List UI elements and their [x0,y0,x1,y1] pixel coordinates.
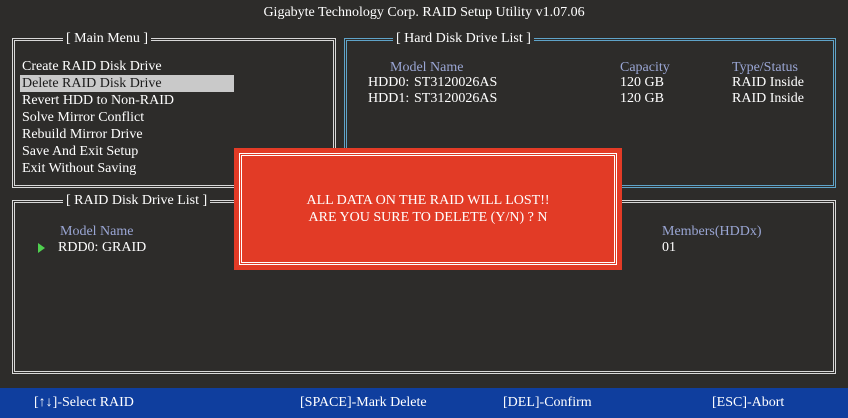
hdd-list-title: [ Hard Disk Drive List ] [393,30,534,48]
hdd-row-0-id: HDD0: [368,75,410,90]
dialog-frame: ALL DATA ON THE RAID WILL LOST!! ARE YOU… [239,153,617,265]
hdd-header-capacity: Capacity [620,60,670,75]
footer-mark-delete: [SPACE]-Mark Delete [300,395,427,410]
hdd-row-0-status: RAID Inside [732,75,804,90]
footer-abort: [ESC]-Abort [712,395,785,410]
menu-item-create-raid[interactable]: Create RAID Disk Drive [20,58,234,75]
delete-confirm-dialog[interactable]: ALL DATA ON THE RAID WILL LOST!! ARE YOU… [234,148,622,270]
raid-row-0-name[interactable]: RDD0: GRAID [58,240,146,256]
footer-select-raid: [↑↓]-Select RAID [34,395,134,410]
raid-list-title: [ RAID Disk Drive List ] [63,192,211,210]
hdd-row-1-status: RAID Inside [732,91,804,106]
hdd-header-model: Model Name [390,60,464,75]
raid-header-members: Members(HDDx) [662,224,762,239]
main-menu-title: [ Main Menu ] [63,30,152,48]
raid-header-model: Model Name [60,224,134,239]
hdd-row-1-model: ST3120026AS [414,91,498,106]
dialog-warning-text: ALL DATA ON THE RAID WILL LOST!! [306,193,550,208]
menu-item-delete-raid[interactable]: Delete RAID Disk Drive [20,75,234,92]
menu-item-save-exit[interactable]: Save And Exit Setup [20,143,234,160]
key-help-bar: [↑↓]-Select RAID [SPACE]-Mark Delete [DE… [0,388,848,418]
hdd-row-0-capacity: 120 GB [620,75,664,90]
hdd-row-0-model: ST3120026AS [414,75,498,90]
hdd-row-1-capacity: 120 GB [620,91,664,106]
selection-arrow-icon [38,243,45,253]
raid-row-0-members: 01 [662,240,676,255]
hdd-row-1-id: HDD1: [368,91,410,106]
menu-item-revert-hdd[interactable]: Revert HDD to Non-RAID [20,92,234,109]
dialog-confirm-prompt[interactable]: ARE YOU SURE TO DELETE (Y/N) ? N [242,209,614,227]
menu-item-solve-mirror-conflict[interactable]: Solve Mirror Conflict [20,109,234,126]
window-title: Gigabyte Technology Corp. RAID Setup Uti… [263,5,585,20]
menu-item-exit-without-saving[interactable]: Exit Without Saving [20,160,234,177]
footer-confirm: [DEL]-Confirm [503,395,592,410]
hdd-header-status: Type/Status [732,60,798,75]
menu-item-rebuild-mirror[interactable]: Rebuild Mirror Drive [20,126,234,143]
